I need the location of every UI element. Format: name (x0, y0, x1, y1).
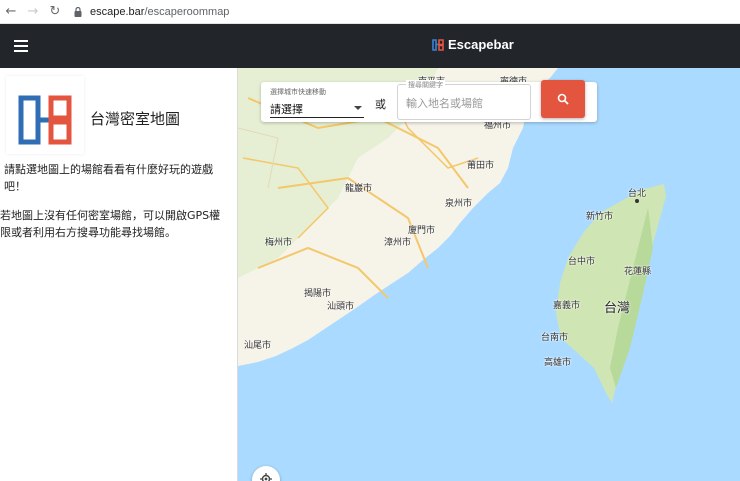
map-label-putian: 莆田市 (467, 161, 495, 171)
map-label-tainan: 台南市 (541, 333, 569, 343)
gps-hint-text: 若地圖上沒有任何密室場館，可以開啟GPS權限或者利用右方搜尋功能尋找場館。 (0, 209, 221, 239)
url-host: escape.bar (90, 5, 145, 18)
search-button[interactable] (541, 80, 585, 118)
browser-toolbar: ← → ↻ escape.bar/escaperoommap (0, 0, 740, 24)
brand-name: Escapebar (448, 37, 514, 52)
map-label-jieyang: 揭陽市 (304, 289, 332, 299)
map-label-taiwan: 台灣 (604, 301, 631, 316)
back-arrow-icon[interactable]: ← (0, 0, 22, 24)
address-bar[interactable]: escape.bar/escaperoommap (90, 6, 229, 18)
app-header: Escapebar (0, 24, 740, 68)
map-label-shantou: 汕頭市 (327, 302, 355, 312)
map-label-hualien: 花蓮縣 (624, 267, 652, 277)
map-label-zhangzhou: 漳州市 (384, 238, 412, 248)
map-label-xiamen: 廈門市 (408, 226, 436, 236)
reload-icon[interactable]: ↻ (44, 0, 66, 24)
taipei-marker (635, 199, 639, 203)
keyword-field: 搜尋關鍵字 (397, 80, 531, 120)
my-location-icon (260, 473, 272, 481)
url-path: /escaperoommap (144, 5, 230, 18)
or-separator: 或 (375, 98, 386, 111)
city-select[interactable]: 選擇城市快速移動 請選擇 (270, 84, 364, 118)
lock-icon (74, 6, 84, 18)
brand-mark-icon (432, 38, 444, 51)
map-label-meizhou: 梅州市 (265, 238, 293, 248)
hamburger-icon[interactable] (14, 40, 28, 52)
map-label-taipei: 台北 (628, 189, 647, 199)
map-view[interactable]: 南平市 寧德市 福州市 莆田市 龍巖市 泉州市 梅州市 廈門市 漳州市 揭陽市 … (238, 68, 740, 481)
caret-down-icon (354, 106, 362, 110)
map-label-taichung: 台中市 (568, 257, 596, 267)
forward-arrow-icon[interactable]: → (22, 0, 44, 24)
search-icon (557, 93, 569, 105)
map-label-hsinchu: 新竹市 (586, 212, 614, 222)
map-search-panel: 選擇城市快速移動 請選擇 或 搜尋關鍵字 (261, 80, 597, 122)
keyword-field-label: 搜尋關鍵字 (406, 80, 445, 90)
map-label-longyan: 龍巖市 (345, 184, 373, 194)
map-label-chiayi: 嘉義市 (553, 301, 581, 311)
brand-logo[interactable]: Escapebar (432, 37, 514, 52)
keyword-input[interactable] (406, 95, 526, 111)
map-label-shanwei: 汕尾市 (244, 341, 272, 351)
city-select-value: 請選擇 (270, 103, 303, 116)
city-select-label: 選擇城市快速移動 (270, 88, 326, 96)
page-title: 台灣密室地圖 (90, 110, 181, 128)
sidebar: 台灣密室地圖 請點選地圖上的場館看看有什麼好玩的遊戲吧！ 若地圖上沒有任何密室場… (0, 68, 238, 481)
instruction-text: 請點選地圖上的場館看看有什麼好玩的遊戲吧！ (4, 163, 213, 193)
map-label-quanzhou: 泉州市 (445, 199, 473, 209)
site-logo (6, 76, 84, 154)
map-label-kaohsiung: 高雄市 (544, 358, 572, 368)
